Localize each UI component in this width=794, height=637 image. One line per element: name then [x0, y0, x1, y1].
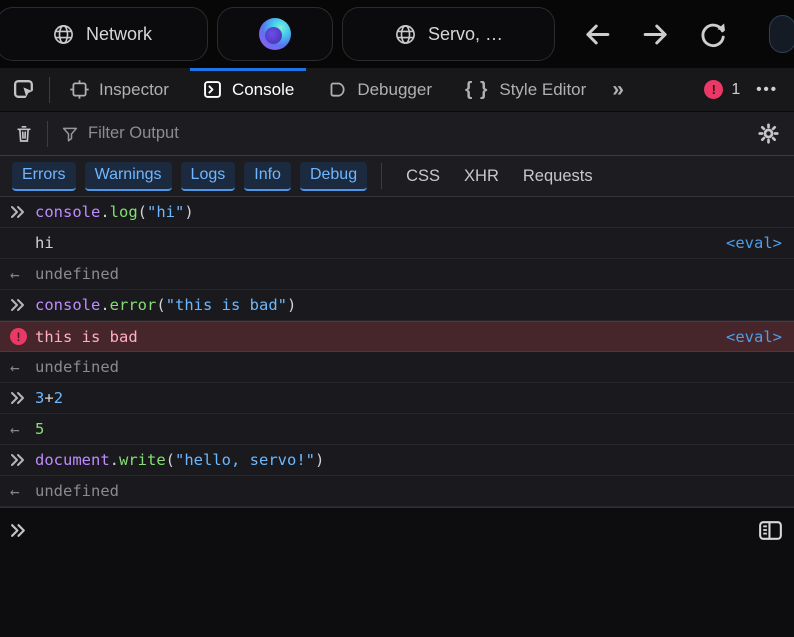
console-row-result: ←undefined	[0, 476, 794, 507]
console-message-text: undefined	[35, 265, 119, 283]
tab-debugger[interactable]: Debugger	[313, 68, 446, 111]
globe-icon	[394, 23, 417, 46]
console-row-result: ←undefined	[0, 259, 794, 290]
log-level-filter-bar: Errors Warnings Logs Info Debug CSS XHR …	[0, 156, 794, 197]
input-chevron-icon	[10, 204, 35, 220]
eval-source-link[interactable]: <eval>	[726, 328, 782, 346]
firefox-logo-icon	[259, 18, 291, 50]
console-row-result: ←5	[0, 414, 794, 445]
tab-style-editor[interactable]: { } Style Editor	[451, 68, 600, 111]
tab-label: Inspector	[99, 80, 169, 100]
console-message-text: 3+2	[35, 389, 63, 407]
browser-tab-servo[interactable]: Servo, …	[342, 7, 555, 61]
input-chevron-icon	[10, 390, 35, 406]
back-button[interactable]	[582, 19, 613, 50]
inspector-icon	[69, 79, 90, 100]
console-row-result: ←undefined	[0, 352, 794, 383]
forward-button[interactable]	[640, 19, 671, 50]
filter-funnel-icon	[61, 125, 79, 143]
eval-source-link[interactable]: <eval>	[726, 234, 782, 252]
console-filter-bar: Filter Output	[0, 112, 794, 156]
debugger-icon	[327, 79, 348, 100]
reload-icon	[698, 19, 728, 49]
gear-icon	[757, 122, 780, 145]
style-editor-icon: { }	[465, 79, 490, 101]
console-output: console.log("hi")hi<eval>←undefinedconso…	[0, 197, 794, 507]
more-tabs-button[interactable]: »	[612, 78, 624, 102]
split-panel-icon	[756, 516, 785, 545]
input-prompt-icon	[10, 522, 27, 539]
pick-element-icon	[12, 77, 37, 102]
console-message-text: hi	[35, 234, 54, 252]
filter-pill-info[interactable]: Info	[244, 162, 291, 191]
filter-category-xhr[interactable]: XHR	[464, 167, 499, 186]
devtools-menu-button[interactable]: •••	[756, 81, 778, 98]
back-arrow-icon	[582, 19, 613, 50]
reload-button[interactable]	[698, 19, 728, 49]
globe-icon	[52, 23, 75, 46]
browser-nav-group	[582, 15, 794, 53]
devtools-toolbar: Inspector Console Debugger { } Style Edi…	[0, 68, 794, 112]
filter-pill-warnings[interactable]: Warnings	[85, 162, 172, 191]
console-row-input: document.write("hello, servo!")	[0, 445, 794, 476]
filter-output-input[interactable]: Filter Output	[88, 124, 179, 143]
result-arrow-icon: ←	[10, 265, 35, 284]
error-badge-icon[interactable]: !	[704, 80, 723, 99]
tab-label: Debugger	[357, 80, 432, 100]
console-row-error: !this is bad <eval>	[0, 321, 794, 352]
filter-pill-errors[interactable]: Errors	[12, 162, 76, 191]
result-arrow-icon: ←	[10, 358, 35, 377]
browser-tab-network[interactable]: Network	[0, 7, 208, 61]
input-chevron-icon	[10, 297, 35, 313]
tab-label: Console	[232, 80, 294, 100]
tab-counter-pill[interactable]	[769, 15, 794, 53]
console-message-text: console.error("this is bad")	[35, 296, 296, 314]
browser-tab-firefox[interactable]	[217, 7, 333, 61]
console-message-text: undefined	[35, 358, 119, 376]
browser-tab-label: Network	[86, 24, 152, 45]
toolbar-divider	[47, 121, 48, 147]
console-row-input: console.log("hi")	[0, 197, 794, 228]
browser-tab-label: Servo, …	[428, 24, 503, 45]
toolbar-divider	[49, 77, 50, 103]
filter-divider	[381, 163, 382, 189]
filter-category-requests[interactable]: Requests	[523, 167, 593, 186]
console-message-text: this is bad	[35, 328, 138, 346]
forward-arrow-icon	[640, 19, 671, 50]
console-message-text: document.write("hello, servo!")	[35, 451, 324, 469]
pick-element-button[interactable]	[0, 77, 49, 102]
filter-category-css[interactable]: CSS	[406, 167, 440, 186]
clear-console-button[interactable]	[14, 123, 34, 144]
filter-pill-debug[interactable]: Debug	[300, 162, 367, 191]
result-arrow-icon: ←	[10, 420, 35, 439]
tab-console[interactable]: Console	[188, 68, 308, 111]
console-row-input: 3+2	[0, 383, 794, 414]
console-row-log: hi <eval>	[0, 228, 794, 259]
error-icon: !	[10, 328, 35, 345]
trash-icon	[14, 123, 34, 144]
console-icon	[202, 79, 223, 100]
tab-label: Style Editor	[499, 80, 586, 100]
split-console-button[interactable]	[756, 516, 785, 545]
error-count[interactable]: 1	[731, 81, 740, 99]
tab-inspector[interactable]: Inspector	[55, 68, 183, 111]
toolbar-right-group: ! 1 •••	[704, 80, 794, 99]
console-message-text: 5	[35, 420, 44, 438]
console-row-input: console.error("this is bad")	[0, 290, 794, 321]
console-message-text: console.log("hi")	[35, 203, 194, 221]
console-settings-button[interactable]	[757, 122, 780, 145]
result-arrow-icon: ←	[10, 482, 35, 501]
console-message-text: undefined	[35, 482, 119, 500]
browser-toolbar: Network Servo, …	[0, 0, 794, 68]
console-input-area[interactable]	[0, 507, 794, 637]
filter-pill-logs[interactable]: Logs	[181, 162, 236, 191]
input-chevron-icon	[10, 452, 35, 468]
